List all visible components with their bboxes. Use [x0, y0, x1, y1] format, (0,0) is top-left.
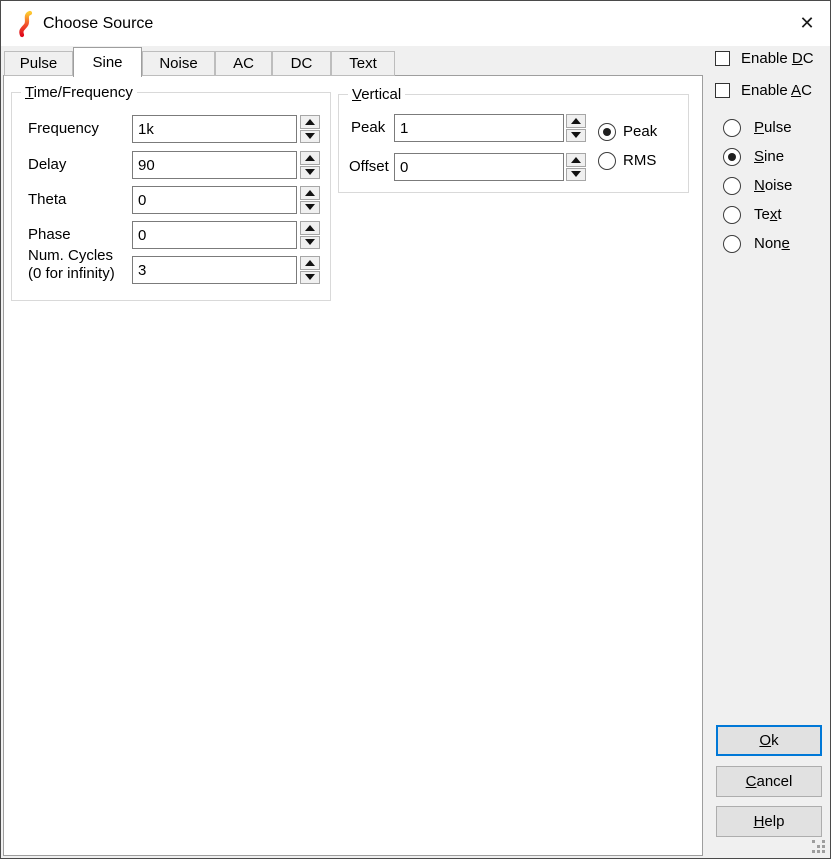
delay-spin-down-button[interactable]	[300, 166, 320, 180]
up-arrow-icon	[305, 260, 315, 266]
radio-amplitude-rms-label: RMS	[623, 152, 656, 170]
radio-source-none[interactable]	[723, 235, 741, 253]
radio-source-pulse-label: Pulse	[754, 119, 792, 137]
up-arrow-icon	[571, 118, 581, 124]
radio-source-noise[interactable]	[723, 177, 741, 195]
radio-source-sine-label: Sine	[754, 148, 784, 166]
num-cycles-label: Num. Cycles (0 for infinity)	[28, 247, 115, 283]
theta-spin-up-button[interactable]	[300, 186, 320, 200]
frequency-spin-up-button[interactable]	[300, 115, 320, 129]
phase-spin-down-button[interactable]	[300, 236, 320, 250]
num-cycles-input[interactable]	[132, 256, 297, 284]
offset-input[interactable]	[394, 153, 564, 181]
title-bar: Choose Source ✕	[1, 1, 830, 46]
delay-label: Delay	[28, 151, 66, 179]
window-title: Choose Source	[43, 1, 153, 46]
phase-label: Phase	[28, 221, 71, 249]
choose-source-dialog: Choose Source ✕ Pulse Sine Noise AC DC T…	[0, 0, 831, 859]
frequency-input[interactable]	[132, 115, 297, 143]
radio-source-sine[interactable]	[723, 148, 741, 166]
down-arrow-icon	[305, 169, 315, 175]
enable-ac-checkbox[interactable]	[715, 83, 730, 98]
theta-spinner	[300, 186, 320, 214]
tab-dc[interactable]: DC	[272, 51, 331, 76]
phase-spin-up-button[interactable]	[300, 221, 320, 235]
radio-amplitude-rms[interactable]	[598, 152, 616, 170]
num-cycles-spin-down-button[interactable]	[300, 271, 320, 285]
frequency-spinner	[300, 115, 320, 143]
help-button[interactable]: Help	[716, 806, 822, 837]
vertical-legend: Vertical	[348, 86, 405, 103]
theta-input[interactable]	[132, 186, 297, 214]
enable-dc-checkbox[interactable]	[715, 51, 730, 66]
tab-noise[interactable]: Noise	[142, 51, 215, 76]
offset-spin-down-button[interactable]	[566, 168, 586, 182]
radio-source-none-label: None	[754, 235, 790, 253]
down-arrow-icon	[571, 132, 581, 138]
frequency-spin-down-button[interactable]	[300, 130, 320, 144]
up-arrow-icon	[305, 225, 315, 231]
radio-source-noise-label: Noise	[754, 177, 792, 195]
delay-spinner	[300, 151, 320, 179]
down-arrow-icon	[305, 274, 315, 280]
up-arrow-icon	[571, 157, 581, 163]
tab-sine[interactable]: Sine	[73, 47, 142, 77]
delay-spin-up-button[interactable]	[300, 151, 320, 165]
close-button[interactable]: ✕	[784, 1, 830, 46]
offset-label: Offset	[349, 153, 389, 181]
time-frequency-legend: Time/Frequency	[21, 84, 137, 101]
ok-button[interactable]: Ok	[716, 725, 822, 756]
close-icon: ✕	[799, 13, 814, 34]
theta-label: Theta	[28, 186, 66, 214]
peak-spin-down-button[interactable]	[566, 129, 586, 143]
resize-grip[interactable]	[812, 840, 826, 854]
cancel-button[interactable]: Cancel	[716, 766, 822, 797]
radio-amplitude-peak-label: Peak	[623, 123, 657, 141]
down-arrow-icon	[305, 133, 315, 139]
tab-ac[interactable]: AC	[215, 51, 272, 76]
app-sine-icon	[16, 10, 36, 38]
offset-spin-up-button[interactable]	[566, 153, 586, 167]
up-arrow-icon	[305, 119, 315, 125]
peak-input[interactable]	[394, 114, 564, 142]
tab-pulse[interactable]: Pulse	[4, 51, 73, 76]
tab-text[interactable]: Text	[331, 51, 395, 76]
num-cycles-spinner	[300, 256, 320, 284]
peak-spinner	[566, 114, 586, 142]
up-arrow-icon	[305, 155, 315, 161]
radio-source-text[interactable]	[723, 206, 741, 224]
delay-input[interactable]	[132, 151, 297, 179]
radio-source-text-label: Text	[754, 206, 782, 224]
peak-spin-up-button[interactable]	[566, 114, 586, 128]
up-arrow-icon	[305, 190, 315, 196]
down-arrow-icon	[571, 171, 581, 177]
enable-dc-label: Enable DC	[741, 50, 814, 68]
phase-input[interactable]	[132, 221, 297, 249]
offset-spinner	[566, 153, 586, 181]
radio-amplitude-peak[interactable]	[598, 123, 616, 141]
frequency-label: Frequency	[28, 115, 99, 143]
down-arrow-icon	[305, 204, 315, 210]
down-arrow-icon	[305, 239, 315, 245]
theta-spin-down-button[interactable]	[300, 201, 320, 215]
phase-spinner	[300, 221, 320, 249]
enable-ac-label: Enable AC	[741, 82, 812, 100]
peak-label: Peak	[351, 114, 385, 142]
radio-source-pulse[interactable]	[723, 119, 741, 137]
num-cycles-spin-up-button[interactable]	[300, 256, 320, 270]
